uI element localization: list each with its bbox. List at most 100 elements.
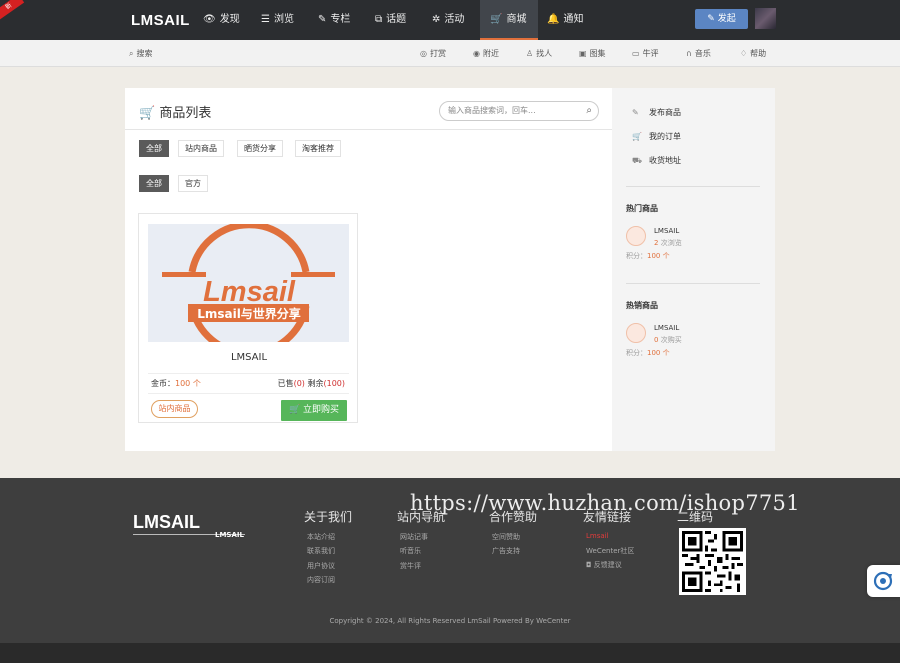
search-icon: ⌕ <box>129 49 134 58</box>
footer-logo-small: LMSAIL <box>215 531 244 539</box>
subnav-help[interactable]: ♢ 帮助 <box>740 40 766 67</box>
product-search-input[interactable]: 输入商品搜索词，回车... ⌕ <box>439 101 599 121</box>
cart-icon: 🛒 <box>490 14 503 25</box>
user-avatar[interactable] <box>755 8 776 29</box>
best-sale-thumb[interactable] <box>626 323 646 343</box>
site-logo[interactable]: LMSAIL <box>131 12 190 29</box>
qr-code-image <box>682 531 743 592</box>
sidebar-my-orders[interactable]: 🛒 我的订单 <box>632 131 681 142</box>
price-label: 金币： <box>151 379 175 388</box>
truck-icon: ⛟ <box>632 156 643 165</box>
footer-logo[interactable]: LMSAIL <box>133 512 200 533</box>
nav-notify[interactable]: 🔔 通知 <box>547 0 583 40</box>
best-sale-count-label: 次购买 <box>658 336 682 344</box>
hot-goods-points: 积分：100 个 <box>626 251 670 261</box>
headphones-icon: ∩ <box>686 49 692 58</box>
footer-link[interactable]: 网站记事 <box>400 532 428 542</box>
subnav-nearby[interactable]: ◉ 附近 <box>473 40 499 67</box>
subnav-search-label: 搜索 <box>136 49 153 58</box>
subnav-search[interactable]: ⌕ 搜索 <box>129 40 152 67</box>
footer-link[interactable]: Lmsail <box>586 532 609 540</box>
footer-link[interactable]: WeCenter社区 <box>586 546 634 556</box>
footer-link[interactable]: 空间赞助 <box>492 532 520 542</box>
sidebar-link-label: 收货地址 <box>649 156 681 165</box>
location-icon: ◉ <box>473 49 480 58</box>
footer-link[interactable]: 赏牛评 <box>400 561 421 571</box>
sold-value: (0) <box>293 379 305 388</box>
filter2-official[interactable]: 官方 <box>178 175 208 192</box>
footer-link[interactable]: 联系我们 <box>307 546 335 556</box>
subnav-label: 牛评 <box>642 49 659 58</box>
nav-discover[interactable]: 👁 发现 <box>203 0 240 40</box>
page-title: 🛒 商品列表 <box>139 102 211 121</box>
search-icon[interactable]: ⌕ <box>586 102 592 120</box>
product-list-panel: 🛒 商品列表 输入商品搜索词，回车... ⌕ 全部 站内商品 晒货分享 淘客推荐… <box>125 88 612 451</box>
hot-goods-name[interactable]: LMSAIL <box>654 227 679 235</box>
subnav-gallery[interactable]: ▣ 图集 <box>579 40 606 67</box>
copyright: Copyright © 2024, All Rights Reserved Lm… <box>329 617 571 625</box>
watermark: https://www.huzhan.com/ishop7751 <box>410 491 800 515</box>
lmsail-logo-image: Lmsail Lmsail与世界分享 <box>148 224 349 342</box>
nav-topic[interactable]: ⧉ 话题 <box>375 0 406 40</box>
filter-share[interactable]: 晒货分享 <box>237 140 283 157</box>
comment-icon: ▭ <box>632 49 640 58</box>
nav-label: 浏览 <box>273 14 294 25</box>
footer: LMSAIL LMSAIL 关于我们 本站介绍 联系我们 用户协议 内容订阅 站… <box>0 478 900 643</box>
sidebar-link-label: 发布商品 <box>649 108 681 117</box>
buy-label: 立即购买 <box>303 405 340 415</box>
filter-site-goods[interactable]: 站内商品 <box>178 140 224 157</box>
subnav-label: 音乐 <box>694 49 711 58</box>
divider <box>148 373 349 374</box>
cart-icon: 🛒 <box>632 132 642 141</box>
publish-button[interactable]: ✎ 发起 <box>695 9 748 29</box>
best-sale-buys: 0 次购买 <box>654 335 682 345</box>
nav-label: 活动 <box>444 14 465 25</box>
filter2-all[interactable]: 全部 <box>139 175 169 192</box>
nav-activity[interactable]: ✲ 活动 <box>432 0 464 40</box>
product-stock: 已售(0) 剩余(100) <box>278 378 345 389</box>
footer-link-label: 反馈建议 <box>593 561 622 569</box>
site-goods-badge[interactable]: 站内商品 <box>151 400 198 418</box>
points-value: 100 个 <box>647 349 670 357</box>
filter-all[interactable]: 全部 <box>139 140 169 157</box>
footer-link[interactable]: 用户协议 <box>307 561 335 571</box>
subnav-find-people[interactable]: ♙ 找人 <box>526 40 552 67</box>
hot-goods-title: 热门商品 <box>626 204 658 213</box>
footer-link[interactable]: 广告支持 <box>492 546 520 556</box>
footer-feedback-link[interactable]: ◘ 反馈建议 <box>586 560 622 570</box>
product-name[interactable]: LMSAIL <box>139 352 359 363</box>
subnav-label: 打赏 <box>429 49 446 58</box>
product-card[interactable]: Lmsail Lmsail与世界分享 LMSAIL 金币：100 个 已售(0)… <box>138 213 358 423</box>
subnav-review[interactable]: ▭ 牛评 <box>632 40 659 67</box>
product-image[interactable]: Lmsail Lmsail与世界分享 <box>148 224 349 342</box>
footer-link[interactable]: 内容订阅 <box>307 575 335 585</box>
publish-label: 发起 <box>717 14 736 24</box>
user-icon: ♙ <box>526 49 534 58</box>
hot-goods-thumb[interactable] <box>626 226 646 246</box>
nav-label: 通知 <box>563 14 584 25</box>
sidebar-link-label: 我的订单 <box>649 132 681 141</box>
cart-icon: 🛒 <box>288 405 304 415</box>
sidebar-publish-goods[interactable]: ✎ 发布商品 <box>632 107 681 118</box>
best-sale-title: 热销商品 <box>626 301 658 310</box>
buy-now-button[interactable]: 🛒 立即购买 <box>281 400 347 421</box>
best-sale-points: 积分：100 个 <box>626 348 670 358</box>
bell-icon: 🔔 <box>547 14 560 25</box>
footer-link[interactable]: 本站介绍 <box>307 532 335 542</box>
filter-taoke[interactable]: 淘客推荐 <box>295 140 341 157</box>
subnav-label: 附近 <box>482 49 499 58</box>
best-sale-name[interactable]: LMSAIL <box>654 324 679 332</box>
nav-label: 发现 <box>219 14 240 25</box>
nav-browse[interactable]: ☰ 浏览 <box>261 0 294 40</box>
floating-feedback-button[interactable] <box>867 565 900 597</box>
nav-label: 商城 <box>506 14 527 25</box>
subnav-reward[interactable]: ◎ 打赏 <box>420 40 446 67</box>
sidebar-address[interactable]: ⛟ 收货地址 <box>632 155 681 166</box>
refresh-icon <box>873 571 893 591</box>
nav-label: 专栏 <box>330 14 351 25</box>
nav-mall[interactable]: 🛒 商城 <box>480 0 538 40</box>
image-icon: ▣ <box>579 49 587 58</box>
subnav-music[interactable]: ∩ 音乐 <box>686 40 711 67</box>
footer-link[interactable]: 听音乐 <box>400 546 421 556</box>
nav-column[interactable]: ✎ 专栏 <box>318 0 350 40</box>
